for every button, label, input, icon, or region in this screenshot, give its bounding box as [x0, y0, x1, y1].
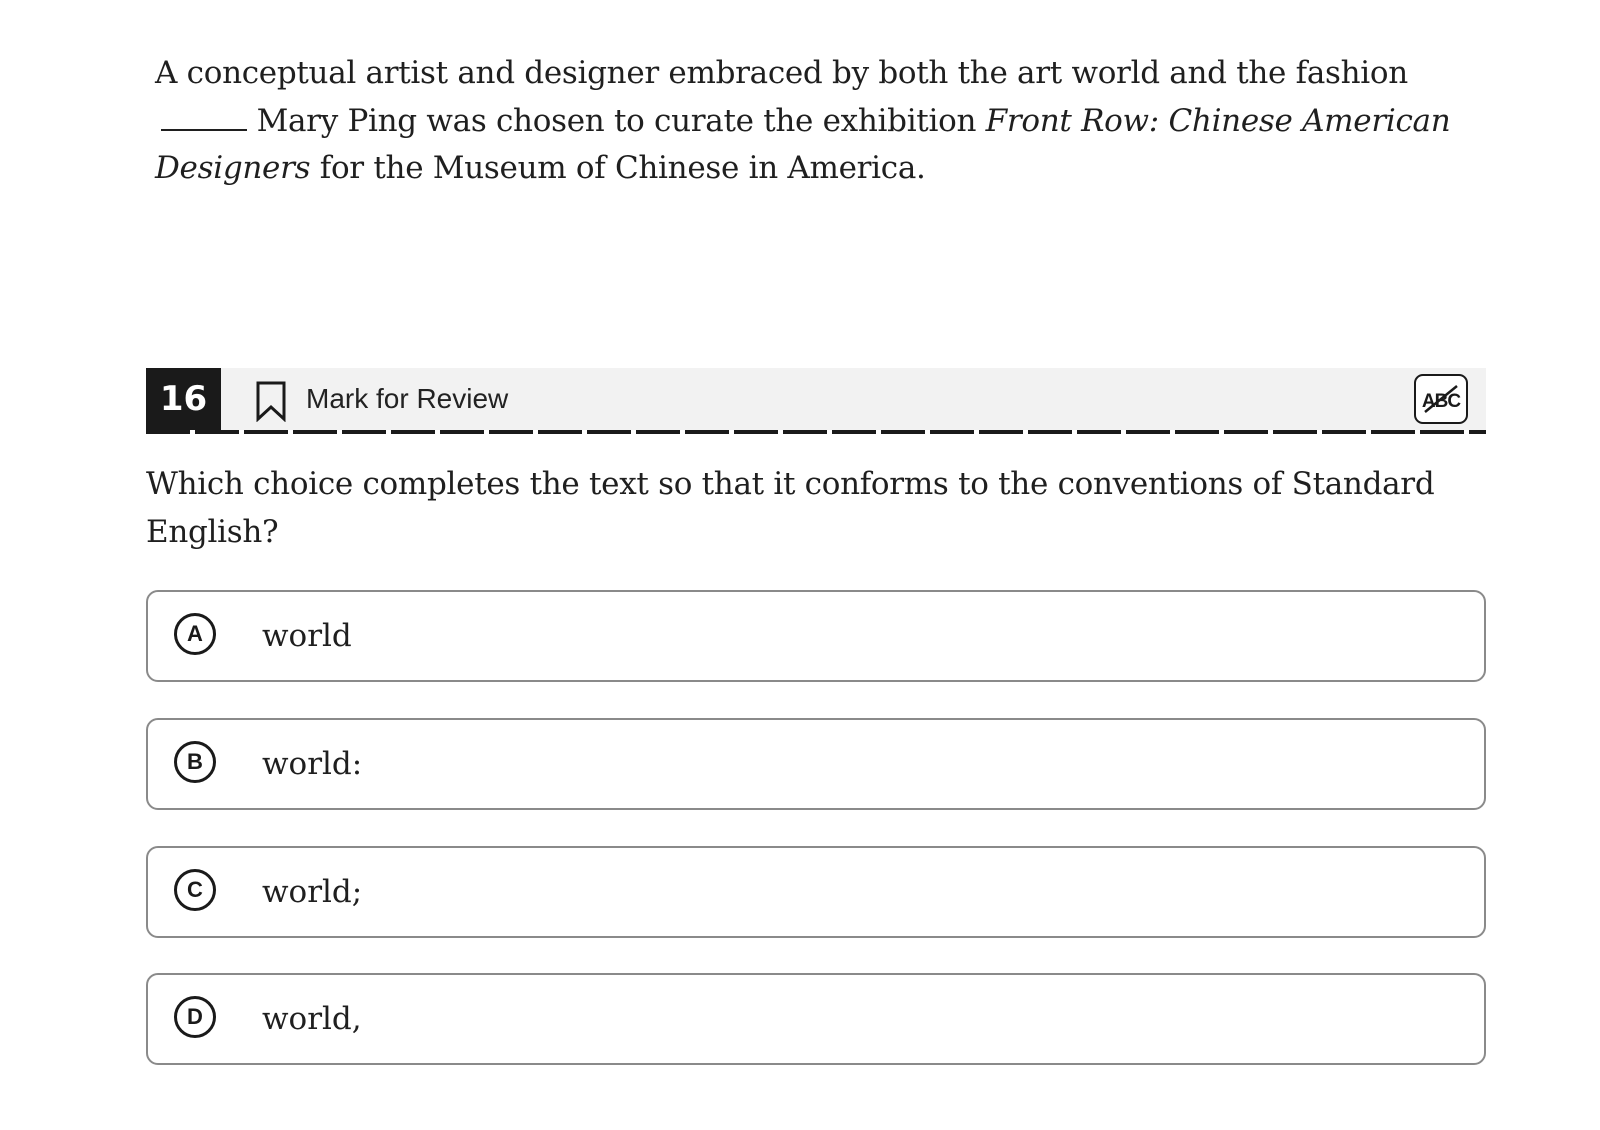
choice-letter-badge: C [174, 869, 216, 911]
choice-text: world [262, 618, 352, 654]
choice-letter-badge: B [174, 741, 216, 783]
choice-text: world, [262, 1001, 362, 1037]
abc-strikethrough-button[interactable]: ABC [1414, 374, 1468, 424]
question-header-bar: 16 Mark for Review ABC [146, 368, 1486, 430]
passage-part-3: for the Museum of Chinese in America. [310, 150, 926, 186]
choice-text: world: [262, 746, 363, 782]
question-text: Which choice completes the text so that … [146, 466, 1435, 550]
answer-blank [161, 111, 247, 131]
choice-b[interactable]: B world: [146, 718, 1486, 810]
question-number-badge: 16 [146, 368, 221, 430]
choice-a[interactable]: A world [146, 590, 1486, 682]
choice-letter-badge: D [174, 996, 216, 1038]
passage-text: A conceptual artist and designer embrace… [155, 50, 1495, 193]
mark-for-review-label[interactable]: Mark for Review [306, 368, 508, 430]
passage-part-2: Mary Ping was chosen to curate the exhib… [256, 102, 986, 139]
choice-letter-badge: A [174, 613, 216, 655]
header-divider [146, 430, 1486, 434]
choice-d[interactable]: D world, [146, 973, 1486, 1065]
abc-strikethrough-icon: ABC [1422, 385, 1462, 413]
choice-text: world; [262, 874, 363, 910]
bookmark-icon[interactable] [254, 380, 288, 423]
choice-c[interactable]: C world; [146, 846, 1486, 938]
passage-part-1: A conceptual artist and designer embrace… [155, 55, 1408, 91]
